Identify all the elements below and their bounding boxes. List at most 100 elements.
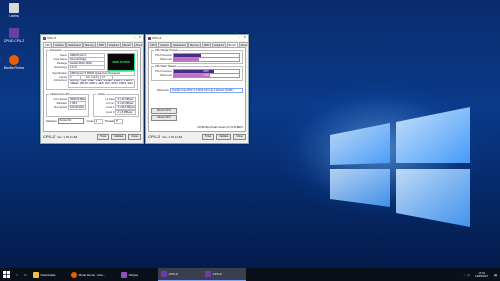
field-bus-speed: 100.00 MHz [68, 105, 87, 111]
bar-fill [174, 58, 199, 62]
taskbar-item-label: Downloads [40, 272, 56, 277]
windows-logo [330, 107, 470, 227]
search-icon: ○ [16, 272, 18, 277]
tools-button[interactable]: Tools [202, 133, 215, 140]
minimize-icon[interactable]: – [239, 35, 241, 39]
close-button[interactable]: Close [233, 133, 246, 140]
close-icon[interactable]: ✕ [243, 35, 246, 39]
amd-ryzen-logo: AMD RYZEN [107, 53, 135, 71]
socket-select[interactable]: Socket #1 [57, 118, 84, 125]
selection-label: Selection [46, 119, 57, 123]
bench-version: CPUID Benchmark Version 17.01.64 BETA [197, 126, 243, 129]
field-label: Name [60, 53, 67, 57]
validate-button[interactable]: Validate [111, 133, 127, 140]
taskbar-item-gbytes[interactable]: Gbytes [118, 268, 158, 281]
reference-select-label: Reference [157, 89, 169, 93]
close-icon[interactable]: ✕ [138, 35, 141, 39]
field-label: L1 Inst. [105, 102, 115, 106]
bench-actions: Bench CPU Stress CPU [151, 108, 177, 121]
threads-label: Threads [104, 119, 115, 123]
threads-value: 8 [114, 118, 124, 124]
field-label: Bus Speed [54, 106, 67, 110]
taskbar-item-cpuz-1[interactable]: CPU-Z [157, 268, 202, 281]
start-button[interactable] [0, 268, 13, 281]
group-label: CPU Single Thread [154, 49, 179, 52]
field-label: Package [56, 61, 67, 65]
window-titlebar[interactable]: CPU-Z – ✕ [41, 35, 143, 41]
group-label: Clocks (Core #0) [49, 93, 71, 97]
window-titlebar[interactable]: CPU-Z – ✕ [146, 35, 248, 41]
bottom-bar: CPU-Z Ver. 1.79.0.x64 Tools Validate Clo… [41, 132, 143, 141]
reference-select[interactable]: Intel(R) Core(TM) i7-7700K CPU @ 4.20GHz… [170, 88, 243, 94]
multi-ref-score: 1,75x [203, 74, 210, 78]
notifications-icon: ▤ [494, 272, 497, 277]
system-tray[interactable]: ◔ ◁ [460, 268, 472, 281]
field-label: Level 3 [106, 110, 115, 114]
field-label: L1 Data [105, 97, 115, 101]
taskbar-item-label: CPU-Z [168, 272, 178, 276]
reference-label: Reference [160, 57, 172, 61]
tab-panel-cpu: Processor Name AMD Ryzen 5 Code Name Summi… [43, 47, 141, 132]
network-icon: ◔ [463, 272, 465, 277]
reference-label: Reference [160, 74, 172, 78]
taskbar: ○ ▭ Downloads Modo Demo - Fire... Gbytes… [0, 268, 500, 281]
bottom-bar: CPU-Z Ver. 1.79.0.x64 Tools Validate Clo… [146, 132, 248, 141]
clock-date: 13/05/2017 [475, 274, 489, 278]
tab-panel-bench: CPU Single Thread This Processor Referen… [148, 47, 246, 132]
validate-button[interactable]: Validate [216, 133, 232, 140]
firefox-icon [70, 271, 77, 278]
multi-thread-group: CPU Multi Thread This Processor 1878 Ref… [151, 65, 243, 81]
cores-label: Cores [86, 119, 94, 123]
windows-start-icon [3, 271, 10, 278]
version-text: Ver. 1.79.0.x64 [57, 134, 78, 139]
minimize-icon[interactable]: – [134, 35, 136, 39]
processor-group: Processor Name AMD Ryzen 5 Code Name Summi… [46, 49, 138, 91]
taskbar-item-label: Modo Demo - Fire... [78, 272, 106, 277]
desktop-icon-firefox[interactable]: Mozilla Firefox [3, 55, 25, 70]
brand-text: AMD RYZEN [112, 60, 130, 64]
taskbar-item-downloads[interactable]: Downloads [30, 268, 68, 281]
cpuz-bench-window[interactable]: CPU-Z – ✕ CPU Caches Mainboard Memory SPD… [145, 34, 250, 144]
window-title: CPU-Z [47, 36, 57, 40]
desktop-icon-recycle-bin[interactable]: Lixeira [3, 3, 25, 18]
notifications-button[interactable]: ▤ [491, 268, 500, 281]
search-button[interactable]: ○ [13, 268, 21, 281]
field-label: Technology [53, 66, 67, 70]
single-thread-group: CPU Single Thread This Processor Referen… [151, 49, 243, 65]
bench-cpu-button[interactable]: Bench CPU [151, 108, 177, 114]
taskbar-item-label: Gbytes [128, 272, 139, 277]
stress-cpu-button[interactable]: Stress CPU [151, 115, 177, 121]
tools-button[interactable]: Tools [97, 133, 110, 140]
group-label: Processor [49, 49, 63, 52]
cpuz-app-icon [204, 271, 211, 277]
multi-ref-bar: 1,75x [173, 73, 240, 79]
cache-group: Cache L1 Data 4 x 32 KBytes L1 Inst. 4 x 6… [93, 93, 139, 118]
desktop-icon-cpuz[interactable]: CPUID CPU-Z [3, 28, 25, 43]
field-label: Multiplier [56, 102, 67, 106]
field-label: Ext. Family [86, 75, 99, 79]
desktop-icon-label: Lixeira [9, 14, 19, 18]
clock[interactable]: 17:42 13/05/2017 [472, 272, 491, 278]
cpuz-cpu-window[interactable]: CPU-Z – ✕ CPU Caches Mainboard Memory SPD… [40, 34, 145, 144]
cores-value: 4 [93, 118, 103, 124]
taskbar-item-cpuz-2[interactable]: CPU-Z [201, 268, 246, 281]
field-label: Specification [52, 71, 67, 75]
desktop-icon-label: CPUID CPU-Z [3, 39, 25, 43]
folder-icon [32, 271, 39, 278]
task-view-button[interactable]: ▭ [21, 268, 30, 281]
this-processor-label: This Processor [154, 69, 172, 73]
close-button[interactable]: Close [128, 133, 141, 140]
desktop-background: Lixeira CPUID CPU-Z Mozilla Firefox CPU-… [0, 0, 500, 268]
clocks-group: Clocks (Core #0) Core Speed 3500.00 MHz M… [46, 93, 90, 118]
field-label: Instructions [53, 79, 67, 83]
field-label: Level 2 [106, 106, 115, 110]
field-technology: 14 nm [68, 65, 105, 71]
cpuz-app-icon [148, 36, 151, 40]
window-title: CPU-Z [152, 36, 162, 40]
cpuz-app-icon [43, 36, 46, 40]
field-instructions: MMX(+), SSE, SSE2, SSE3, SSSE3, SSE4.1, … [68, 79, 135, 89]
group-label: Cache [96, 93, 106, 97]
field-label: Core Speed [53, 97, 67, 101]
volume-icon: ◁ [466, 272, 470, 277]
taskbar-item-firefox[interactable]: Modo Demo - Fire... [68, 268, 118, 281]
